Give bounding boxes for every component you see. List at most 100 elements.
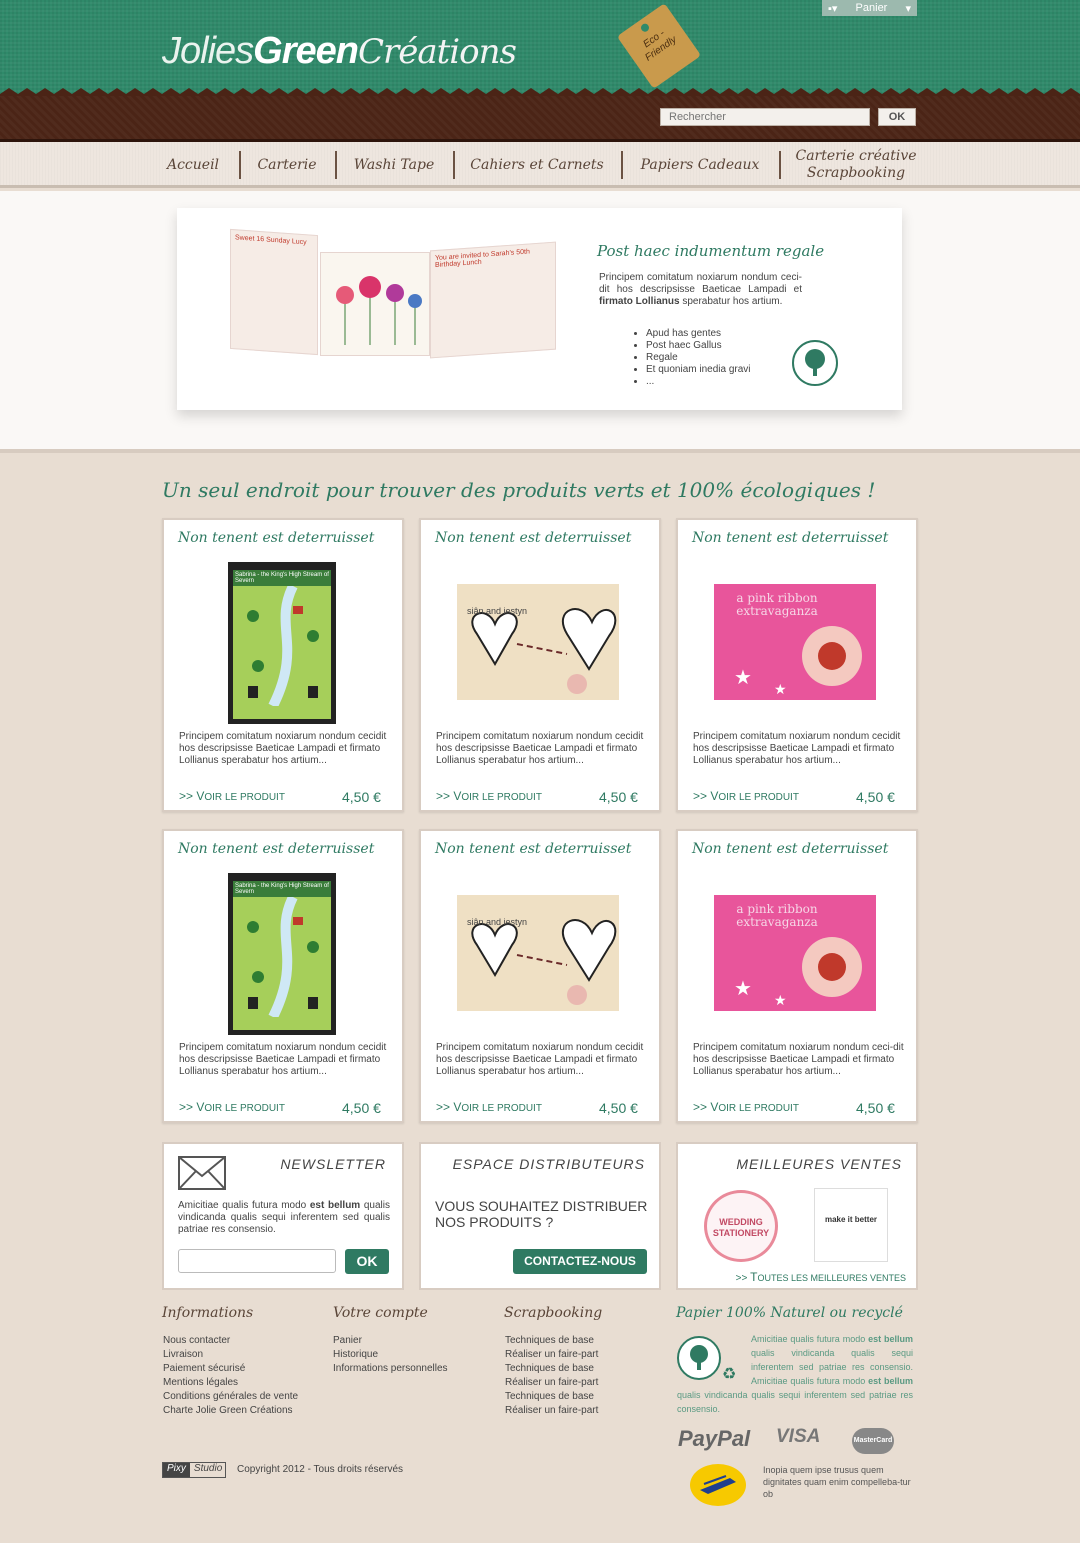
- bestseller-item-wedding[interactable]: WEDDING STATIONERY: [704, 1190, 778, 1262]
- product-image[interactable]: a pink ribbon extravaganza ★ ★: [714, 584, 876, 700]
- footer-link[interactable]: Charte Jolie Green Créations: [163, 1404, 298, 1418]
- product-description: Principem comitatum noxiarum nondum ceci…: [693, 1042, 904, 1077]
- product-card[interactable]: Non tenent est deterruisset siân and iest…: [419, 829, 661, 1123]
- product-card[interactable]: Non tenent est deterruisset Sabrina - the…: [162, 829, 404, 1123]
- product-title[interactable]: Non tenent est deterruisset: [435, 841, 631, 857]
- banner-title: Post haec indumentum regale: [597, 242, 825, 260]
- product-image[interactable]: Sabrina - the King's High Stream of Seve…: [228, 562, 336, 724]
- product-card[interactable]: Non tenent est deterruisset siân and iest…: [419, 518, 661, 812]
- nav-carterie[interactable]: Carterie: [250, 142, 324, 188]
- banner-description: Principem comitatum noxiarum nondum ceci…: [599, 272, 802, 307]
- product-price: 4,50 €: [856, 1100, 895, 1116]
- banner-card-right: You are invited to Sarah's 50th Birthday…: [430, 241, 556, 359]
- site-logo[interactable]: JoliesGreenCréations: [162, 30, 517, 73]
- footer-list-scrapbooking: Techniques de base Réaliser un faire-par…: [505, 1334, 598, 1418]
- product-description: Principem comitatum noxiarum nondum ceci…: [693, 731, 901, 766]
- hearts-caption: siân and iestyn: [467, 917, 527, 927]
- footer-title-informations: Informations: [162, 1305, 254, 1321]
- list-item: ...: [646, 376, 751, 388]
- contact-us-button[interactable]: CONTACTEZ-NOUS: [513, 1249, 647, 1274]
- list-item: Regale: [646, 352, 751, 364]
- footer-list-informations: Nous contacter Livraison Paiement sécuri…: [163, 1334, 298, 1418]
- hearts-caption: siân and iestyn: [467, 606, 527, 616]
- view-product-link[interactable]: >> VOIR LE PRODUIT: [436, 789, 542, 803]
- laposte-logo: [690, 1464, 746, 1506]
- footer-link[interactable]: Conditions générales de vente: [163, 1390, 298, 1404]
- mastercard-logo: MasterCard: [852, 1428, 894, 1454]
- view-product-link[interactable]: >> VOIR LE PRODUIT: [693, 1100, 799, 1114]
- footer-link[interactable]: Informations personnelles: [333, 1362, 448, 1376]
- product-title[interactable]: Non tenent est deterruisset: [692, 530, 888, 546]
- map-illustration: [247, 583, 319, 709]
- bestseller-item-heart[interactable]: make it better: [814, 1188, 888, 1262]
- map-illustration: [247, 894, 319, 1020]
- footer-title-compte: Votre compte: [333, 1305, 428, 1321]
- nav-carterie-creative[interactable]: Carterie créative Scrapbooking: [790, 142, 922, 188]
- footer-link[interactable]: Réaliser un faire-part: [505, 1404, 598, 1418]
- footer-link[interactable]: Techniques de base: [505, 1390, 598, 1404]
- distributor-title: ESPACE DISTRIBUTEURS: [452, 1156, 645, 1172]
- footer-link[interactable]: Réaliser un faire-part: [505, 1348, 598, 1362]
- footer-link[interactable]: Réaliser un faire-part: [505, 1376, 598, 1390]
- product-title[interactable]: Non tenent est deterruisset: [435, 530, 631, 546]
- nav-separator: [779, 151, 781, 179]
- view-product-link[interactable]: >> VOIR LE PRODUIT: [693, 789, 799, 803]
- nav-washi-tape[interactable]: Washi Tape: [346, 142, 442, 188]
- search-input[interactable]: [660, 108, 870, 126]
- product-price: 4,50 €: [342, 1100, 381, 1116]
- product-card[interactable]: Non tenent est deterruisset a pink ribbon…: [676, 829, 918, 1123]
- visa-logo: VISA: [776, 1426, 821, 1447]
- pixy-studio-logo[interactable]: Pixy Studio: [162, 1462, 226, 1478]
- product-card[interactable]: Non tenent est deterruisset a pink ribbon…: [676, 518, 918, 812]
- product-image[interactable]: Sabrina - the King's High Stream of Seve…: [228, 873, 336, 1035]
- list-item: Et quoniam inedia gravi: [646, 364, 751, 376]
- footer-link[interactable]: Mentions légales: [163, 1376, 298, 1390]
- product-description: Principem comitatum noxiarum nondum ceci…: [436, 731, 644, 766]
- product-image[interactable]: a pink ribbon extravaganza ★ ★: [714, 895, 876, 1011]
- newsletter-email-input[interactable]: [178, 1249, 336, 1273]
- footer-link[interactable]: Panier: [333, 1334, 448, 1348]
- cart-label: Panier: [855, 2, 888, 14]
- product-card[interactable]: Non tenent est deterruisset Sabrina - the…: [162, 518, 404, 812]
- all-bestsellers-link[interactable]: >> TOUTES LES MEILLEURES VENTES: [736, 1270, 906, 1284]
- view-product-link[interactable]: >> VOIR LE PRODUIT: [436, 1100, 542, 1114]
- nav-papiers-cadeaux[interactable]: Papiers Cadeaux: [632, 142, 768, 188]
- eco-title: Papier 100% Naturel ou recyclé: [676, 1305, 903, 1321]
- list-item: Apud has gentes: [646, 328, 751, 340]
- flag-icon: ▪▾: [828, 3, 838, 15]
- view-product-link[interactable]: >> VOIR LE PRODUIT: [179, 1100, 285, 1114]
- leather-band: [0, 96, 1080, 142]
- list-item: Post haec Gallus: [646, 340, 751, 352]
- newsletter-ok-button[interactable]: OK: [345, 1249, 389, 1274]
- search-button[interactable]: OK: [878, 108, 916, 126]
- newsletter-box: NEWSLETTER Amicitiae qualis futura modo …: [162, 1142, 404, 1290]
- footer-link[interactable]: Paiement sécurisé: [163, 1362, 298, 1376]
- nav-separator: [335, 151, 337, 179]
- product-title[interactable]: Non tenent est deterruisset: [178, 530, 374, 546]
- svg-text:★: ★: [734, 667, 752, 689]
- svg-text:★: ★: [774, 681, 787, 697]
- nav-accueil[interactable]: Accueil: [160, 142, 226, 188]
- product-image[interactable]: siân and iestyn: [457, 584, 619, 700]
- footer-link[interactable]: Techniques de base: [505, 1334, 598, 1348]
- main-headline: Un seul endroit pour trouver des produit…: [162, 478, 876, 502]
- cart-dropdown[interactable]: ▪▾ Panier ▾: [822, 0, 917, 16]
- product-description: Principem comitatum noxiarum nondum ceci…: [179, 731, 387, 766]
- product-title[interactable]: Non tenent est deterruisset: [178, 841, 374, 857]
- product-title[interactable]: Non tenent est deterruisset: [692, 841, 888, 857]
- chevron-down-icon: ▾: [905, 3, 911, 15]
- view-product-link[interactable]: >> VOIR LE PRODUIT: [179, 789, 285, 803]
- banner-card-center: [320, 252, 430, 356]
- footer-link[interactable]: Historique: [333, 1348, 448, 1362]
- nav-cahiers-carnets[interactable]: Cahiers et Carnets: [464, 142, 610, 188]
- footer-link[interactable]: Livraison: [163, 1348, 298, 1362]
- bestsellers-title: MEILLEURES VENTES: [736, 1156, 902, 1172]
- nav-separator: [621, 151, 623, 179]
- footer-link[interactable]: Techniques de base: [505, 1362, 598, 1376]
- main-nav: Accueil Carterie Washi Tape Cahiers et C…: [0, 142, 1080, 188]
- product-image[interactable]: siân and iestyn: [457, 895, 619, 1011]
- footer-link[interactable]: Nous contacter: [163, 1334, 298, 1348]
- newsletter-text: Amicitiae qualis futura modo est bellum …: [178, 1200, 390, 1235]
- banner-card-left: Sweet 16 Sunday Lucy: [230, 228, 318, 356]
- footer-title-scrapbooking: Scrapbooking: [504, 1305, 603, 1321]
